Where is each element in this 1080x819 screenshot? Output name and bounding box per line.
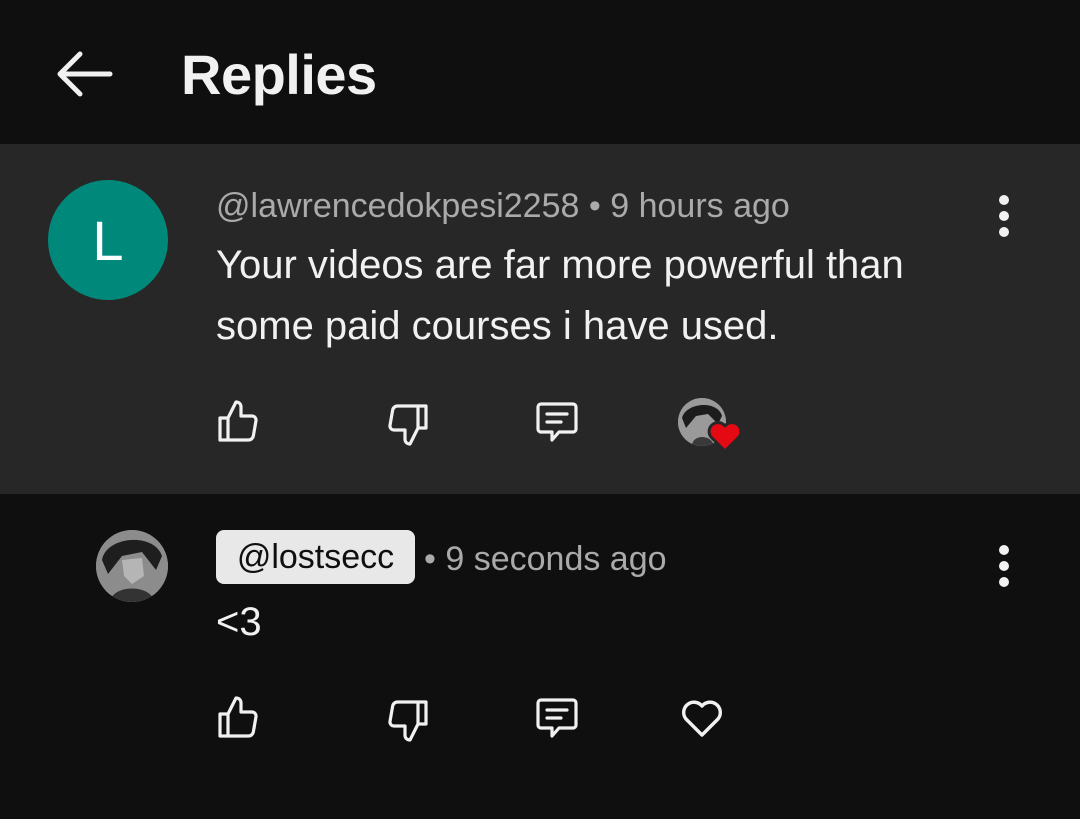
thumbs-up-icon — [218, 696, 258, 738]
dislike-button[interactable] — [378, 394, 438, 454]
arrow-left-icon — [57, 51, 113, 97]
page-title: Replies — [181, 43, 377, 106]
reply-options-button[interactable] — [984, 536, 1024, 596]
thumbs-up-icon — [218, 400, 258, 442]
creator-heart — [676, 396, 746, 458]
reply-icon — [536, 402, 578, 442]
reply-icon — [536, 698, 578, 738]
comment-author-handle[interactable]: @lawrencedokpesi2258 — [216, 187, 579, 225]
comment-options-button[interactable] — [984, 186, 1024, 246]
reply-button[interactable] — [527, 392, 587, 452]
reply-meta: • 9 seconds ago — [424, 537, 667, 581]
heart-icon — [707, 421, 743, 453]
comment-text-line: some paid courses i have used. — [216, 304, 779, 348]
avatar[interactable] — [96, 530, 168, 602]
reply-author-handle[interactable]: @lostsecc — [216, 530, 415, 584]
dislike-button[interactable] — [378, 690, 438, 750]
reply-text: <3 — [216, 600, 262, 644]
meta-separator: • — [424, 540, 436, 578]
heart-button[interactable] — [672, 688, 732, 748]
like-button[interactable] — [208, 392, 268, 452]
reply-timestamp: 9 seconds ago — [445, 540, 667, 578]
meta-separator: • — [588, 187, 601, 225]
comment-timestamp: 9 hours ago — [610, 187, 790, 225]
thumbs-down-icon — [388, 404, 428, 446]
comment-text-line: Your videos are far more powerful than — [216, 243, 904, 287]
like-button[interactable] — [208, 688, 268, 748]
avatar[interactable]: L — [48, 180, 168, 300]
thumbs-down-icon — [388, 700, 428, 742]
app-header: Replies — [0, 0, 1080, 144]
reply-button[interactable] — [527, 688, 587, 748]
more-vert-icon — [999, 195, 1009, 237]
more-vert-icon — [999, 545, 1009, 587]
comment-meta: @lawrencedokpesi2258 • 9 hours ago — [216, 184, 790, 228]
heart-icon — [682, 700, 722, 737]
back-button[interactable] — [44, 36, 124, 112]
